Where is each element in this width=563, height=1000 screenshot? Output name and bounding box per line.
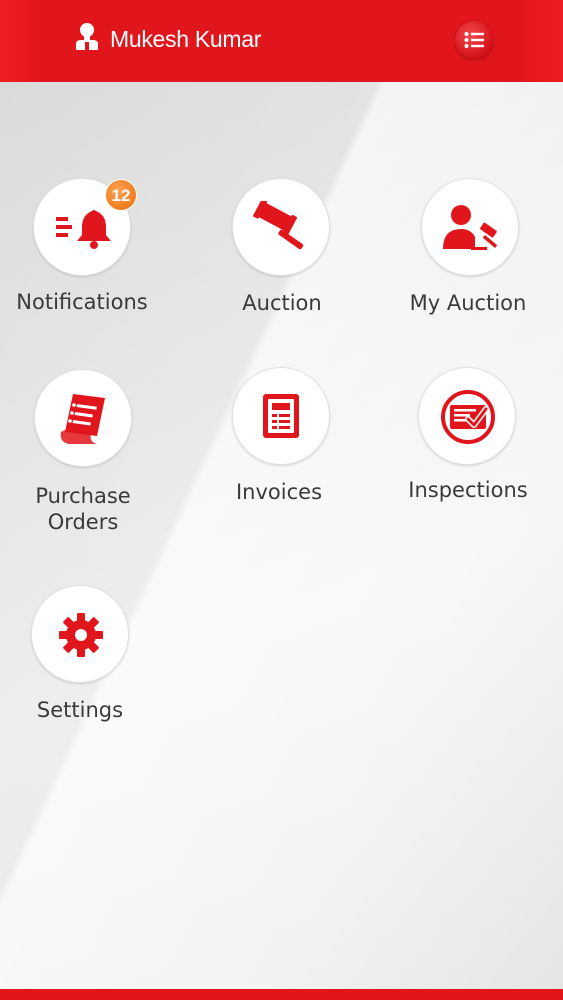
user-icon (76, 23, 98, 50)
inspection-check-icon (441, 390, 495, 444)
settings-label: Settings (36, 698, 124, 722)
invoices-label: Invoices (235, 480, 323, 504)
menu-button[interactable] (455, 21, 493, 59)
my-auction-label: My Auction (409, 291, 527, 315)
invoices-button[interactable] (232, 367, 330, 465)
invoice-icon (263, 394, 299, 438)
purchase-orders-button[interactable] (34, 369, 132, 467)
app-header: Mukesh Kumar (0, 0, 563, 82)
gavel-icon (253, 201, 304, 250)
bell-icon (56, 210, 111, 249)
user-name[interactable]: Mukesh Kumar (110, 26, 261, 53)
my-auction-button[interactable] (421, 178, 519, 276)
auction-button[interactable] (232, 178, 330, 276)
notification-count-badge: 12 (105, 179, 137, 211)
purchase-orders-label-line-2: Orders (47, 510, 119, 534)
document-scroll-icon (60, 394, 105, 444)
user-gavel-icon (443, 205, 498, 250)
bottom-bar (0, 989, 563, 1000)
auction-label: Auction (242, 291, 322, 315)
inspections-button[interactable] (418, 367, 516, 465)
purchase-orders-label-line-1: Purchase (35, 484, 131, 508)
settings-button[interactable] (31, 585, 129, 683)
purchase-orders-label: Purchase Orders (13, 483, 153, 535)
gear-icon (59, 613, 103, 657)
notifications-label: Notifications (16, 290, 148, 314)
list-menu-icon (464, 32, 484, 48)
inspections-label: Inspections (408, 478, 528, 502)
